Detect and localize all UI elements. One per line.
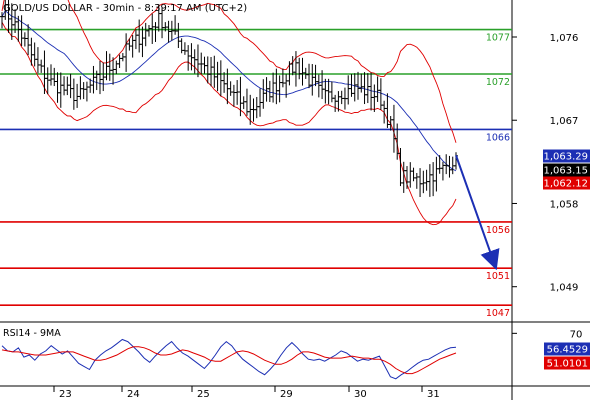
y-tick-label-1067: 1,067 — [550, 116, 579, 127]
level-label-1066: 1066 — [486, 132, 510, 143]
rsi-badge-label: 51.0101 — [547, 359, 588, 370]
level-label-1051: 1051 — [486, 271, 510, 282]
x-label-31: 31 — [427, 389, 440, 400]
y-tick-label-1076: 1,076 — [550, 33, 579, 44]
x-label-29: 29 — [280, 389, 293, 400]
level-label-1047: 1047 — [486, 308, 510, 319]
chart-title: GOLD/US DOLLAR - 30min - 8:39:17 AM (UTC… — [3, 3, 247, 14]
gold-chart-svg: 1077 1072 1066 1056 1051 1047 1,076 1,067 1,058… — [0, 0, 590, 400]
x-label-30: 30 — [354, 389, 367, 400]
price-badge-label: 1,063.29 — [543, 152, 588, 163]
x-axis-labels: 23 24 25 29 30 31 — [53, 386, 440, 400]
price-badges: 1,063.29 1,063.15 1,062.12 — [543, 149, 590, 190]
x-label-25: 25 — [197, 389, 210, 400]
price-badge-label: 1,062.12 — [543, 179, 588, 190]
chart-stage: 1077 1072 1066 1056 1051 1047 1,076 1,067 1,058… — [0, 0, 590, 400]
x-label-24: 24 — [127, 389, 140, 400]
level-label-1077: 1077 — [486, 33, 510, 44]
x-label-23: 23 — [59, 389, 72, 400]
rsi-axis: 70 56.4529 51.0101 — [512, 329, 590, 370]
y-axis-ticks: 1,076 1,067 1,058 1,049 — [512, 33, 578, 294]
level-label-1056: 1056 — [486, 225, 510, 236]
rsi-badge-label: 56.4529 — [547, 345, 588, 356]
rsi-tick-label-70: 70 — [570, 329, 583, 340]
y-tick-label-1058: 1,058 — [550, 199, 579, 210]
level-label-1072: 1072 — [486, 77, 510, 88]
price-badge-label: 1,063.15 — [543, 166, 588, 177]
y-tick-label-1049: 1,049 — [550, 283, 579, 294]
rsi-title: RSI14 - 9MA — [3, 328, 61, 339]
plot-background — [0, 0, 512, 386]
